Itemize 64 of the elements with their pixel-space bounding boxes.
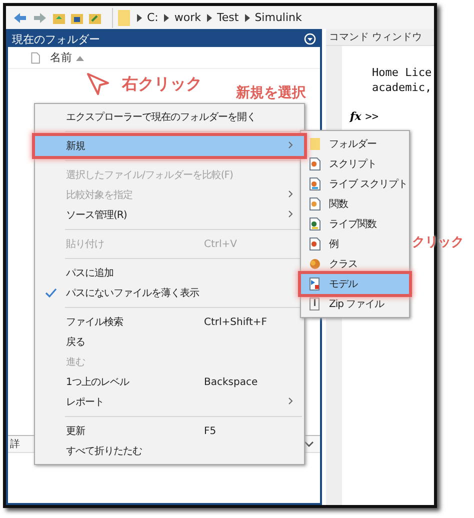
live-function-icon — [308, 217, 322, 231]
sort-up-icon — [76, 54, 84, 60]
menu-item[interactable]: 新規 — [35, 136, 304, 156]
chevron-right-icon — [288, 396, 293, 404]
chevron-right-icon — [288, 210, 293, 218]
chevron-icon — [163, 14, 170, 22]
panel-title: コマンド ウィンドウ — [329, 31, 422, 44]
chevron-icon — [136, 14, 142, 22]
menu-item[interactable]: すべて折りたたむ — [35, 441, 304, 461]
live-script-icon — [308, 177, 322, 191]
panel-title: 現在のフォルダー — [12, 32, 100, 46]
shortcut-label: F5 — [204, 426, 218, 436]
menu-item[interactable]: フォルダー — [301, 134, 409, 154]
folder-icon — [117, 8, 131, 26]
chevron-down-icon — [304, 440, 314, 448]
command-prompt: >> — [365, 109, 379, 124]
annotation-label: 新規を選択 — [236, 84, 306, 102]
shortcut-label: Ctrl+V — [204, 238, 238, 250]
zip-icon — [308, 297, 322, 311]
menu-item[interactable]: パスに追加 — [35, 263, 304, 283]
menu-item[interactable]: ライブ スクリプト — [301, 174, 409, 194]
script-icon — [308, 157, 322, 171]
shortcut-label: Backspace — [204, 376, 259, 388]
menu-item[interactable]: ライブ関数 — [301, 214, 409, 234]
menu-item[interactable]: パスにないファイルを薄く表示 — [35, 283, 304, 303]
chevron-right-icon — [288, 190, 293, 198]
menu-item[interactable]: 戻る — [35, 332, 304, 352]
menu-item[interactable]: ソース管理(R) — [35, 205, 304, 225]
chevron-icon — [206, 14, 212, 22]
model-icon — [308, 277, 322, 291]
folder-icon — [308, 137, 322, 151]
menu-item[interactable]: クラス — [301, 254, 409, 274]
chevron-circle-icon — [304, 33, 316, 45]
menu-item[interactable]: 更新 F5 — [35, 421, 304, 441]
annotation-label: 右クリック — [122, 74, 202, 95]
menu-item[interactable]: Zip ファイル — [301, 294, 409, 314]
column-header[interactable]: 名前 — [50, 50, 84, 65]
console-line: academic, — [372, 80, 433, 95]
details-label: 詳 — [10, 438, 20, 451]
checkmark-icon — [44, 287, 56, 299]
function-icon — [308, 197, 322, 211]
menu-item[interactable]: レポート — [35, 392, 304, 412]
menu-item[interactable]: スクリプト — [301, 154, 409, 174]
menu-item[interactable]: 1つ上のレベル Backspace — [35, 372, 304, 392]
console-line: Home Lice — [372, 65, 433, 80]
function-browser-button[interactable]: fx — [350, 110, 362, 123]
document-icon — [30, 50, 42, 64]
path-segment[interactable]: Simulink — [254, 11, 302, 24]
chevron-icon — [244, 14, 250, 22]
menu-item[interactable]: 例 — [301, 234, 409, 254]
class-icon — [308, 257, 322, 271]
menu-item[interactable]: エクスプローラーで現在のフォルダーを開く — [35, 107, 304, 127]
path-segment[interactable]: C: — [147, 11, 158, 24]
menu-item[interactable]: 関数 — [301, 194, 409, 214]
forward-arrow-icon — [32, 10, 48, 24]
chevron-right-icon — [288, 140, 293, 148]
shortcut-label: Ctrl+Shift+F — [204, 316, 268, 328]
menu-item[interactable]: ファイル検索 Ctrl+Shift+F — [35, 312, 304, 332]
menu-item[interactable]: モデル — [301, 274, 409, 294]
back-arrow-icon — [12, 10, 28, 24]
path-segment[interactable]: work — [174, 11, 202, 24]
example-icon — [308, 237, 322, 251]
path-segment[interactable]: Test — [217, 11, 239, 24]
cursor-icon — [86, 72, 112, 98]
